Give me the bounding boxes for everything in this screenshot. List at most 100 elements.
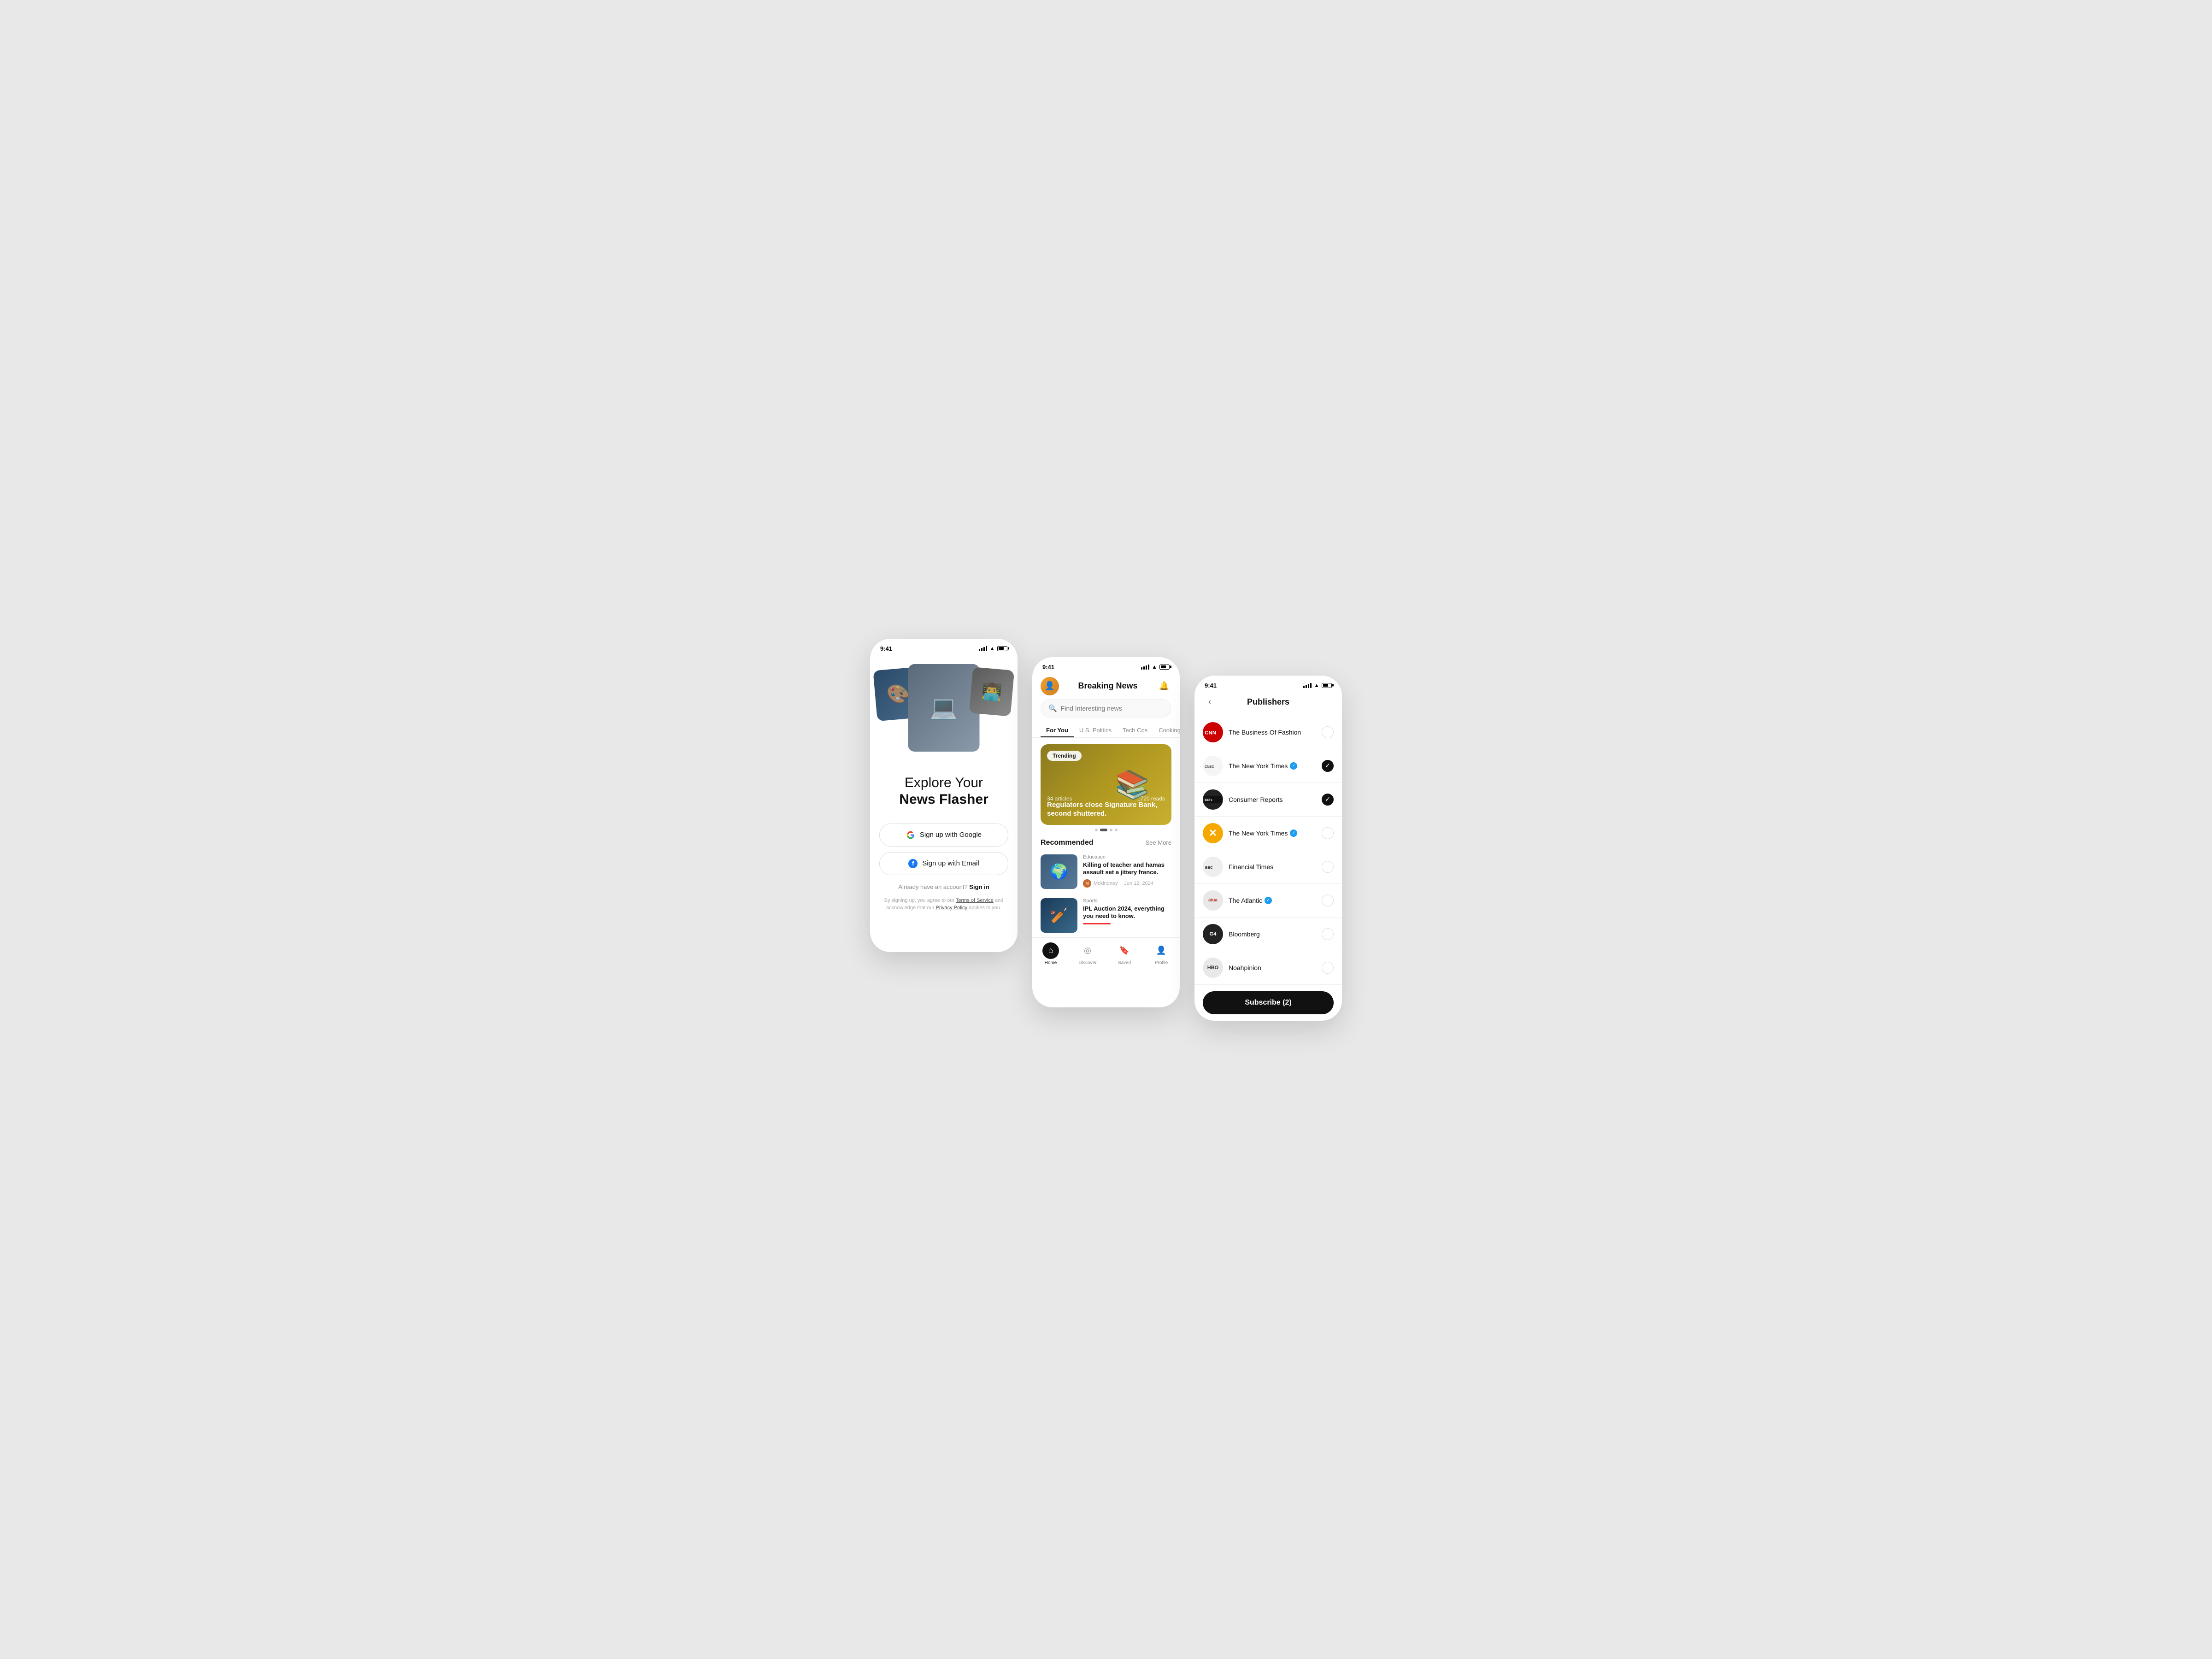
pub-check-6[interactable] [1322,894,1334,906]
hero-image-right [969,667,1014,716]
signal-icon-3 [1303,683,1312,688]
news-item-2[interactable]: 🏏 Sports IPL Auction 2024, everything yo… [1032,894,1180,937]
facebook-icon: f [908,859,918,868]
privacy-link[interactable]: Privacy Policy [936,905,967,911]
news-item-1[interactable]: 🌍 Education Killing of teacher and hamas… [1032,850,1180,894]
pub-name-wrap-2: The New York Times ✓ [1229,762,1316,770]
search-icon: 🔍 [1048,704,1057,712]
publisher-item-3[interactable]: BETx Consumer Reports ✓ [1194,783,1342,817]
publisher-item-8[interactable]: HBO Noahpinion [1194,951,1342,985]
nav-discover-label: Discover [1079,960,1097,965]
email-signup-button[interactable]: f Sign up with Email [879,852,1008,875]
dot-3 [1110,829,1112,831]
google-signup-label: Sign up with Google [920,831,982,839]
hero-headline: Regulators close Signature Bank, second … [1047,800,1165,818]
pub-logo-hbo: HBO [1203,958,1223,978]
pub-check-1[interactable] [1322,726,1334,738]
publishers-screen: 9:41 ▲ ‹ Publishers CNN [1194,676,1342,1021]
pub-name-wrap-6: The Atlantic ✓ [1229,897,1316,904]
news-thumb-2: 🏏 [1041,898,1077,933]
pub-name-7: Bloomberg [1229,930,1260,938]
dot-1 [1095,829,1098,831]
pub-check-4[interactable] [1322,827,1334,839]
tab-tech[interactable]: Tech Cos [1117,724,1153,737]
see-more-link[interactable]: See More [1146,839,1171,846]
pub-check-3[interactable]: ✓ [1322,794,1334,806]
pub-name-wrap-4: The New York Times ✓ [1229,830,1316,837]
user-avatar[interactable]: 👤 [1041,677,1059,695]
pub-logo-aiua: aiua [1203,890,1223,911]
status-icons-3: ▲ [1303,682,1332,688]
pub-logo-bet: BETx [1203,789,1223,810]
nav-home-label: Home [1045,960,1057,965]
verified-badge-2: ✓ [1290,762,1297,770]
tab-for-you[interactable]: For You [1041,724,1074,737]
category-tabs: For You U.S. Politics Tech Cos Cooking H… [1032,724,1180,738]
pub-check-5[interactable] [1322,861,1334,873]
nav-discover[interactable]: ◎ Discover [1069,942,1106,965]
google-signup-button[interactable]: Sign up with Google [879,824,1008,847]
signin-link[interactable]: Sign in [969,883,989,890]
verified-badge-4: ✓ [1290,830,1297,837]
author-name-1: Mckindney [1094,881,1118,886]
svg-text:BETx: BETx [1205,799,1212,802]
publisher-item-5[interactable]: BBC Financial Times [1194,850,1342,884]
svg-text:CNBC: CNBC [1205,765,1214,768]
publisher-item-6[interactable]: aiua The Atlantic ✓ [1194,884,1342,918]
tab-cooking[interactable]: Cooking [1153,724,1180,737]
news-meta-1: M Mckindney · Jun 12, 2024 [1083,879,1171,888]
pub-check-7[interactable] [1322,928,1334,940]
publisher-item-2[interactable]: CNBC The New York Times ✓ ✓ [1194,749,1342,783]
news-meta-2 [1083,923,1171,924]
news-thumb-1: 🌍 [1041,854,1077,889]
battery-icon-2 [1159,665,1170,670]
recommended-header: Recommended See More [1032,836,1180,850]
nav-saved-label: Saved [1118,960,1131,965]
pub-name-wrap-7: Bloomberg [1229,930,1316,938]
pub-check-8[interactable] [1322,962,1334,974]
dot-2[interactable] [1100,829,1107,831]
pub-name-2: The New York Times [1229,762,1288,770]
pub-name-4: The New York Times [1229,830,1288,837]
nav-home[interactable]: ⌂ Home [1032,942,1069,965]
terms-link[interactable]: Terms of Service [956,898,994,903]
publisher-item-4[interactable]: ✕ The New York Times ✓ [1194,817,1342,850]
nav-saved[interactable]: 🔖 Saved [1106,942,1143,965]
pub-logo-bbc: BBC [1203,857,1223,877]
status-icons-2: ▲ [1141,664,1170,670]
publishers-header: ‹ Publishers [1194,692,1342,716]
news-headline-2: IPL Auction 2024, everything you need to… [1083,905,1171,921]
subscribe-button[interactable]: Subscribe (2) [1203,991,1334,1014]
home-icon: ⌂ [1042,942,1059,959]
pub-name-3: Consumer Reports [1229,796,1283,803]
news-header: 👤 Breaking News 🔔 [1032,673,1180,699]
back-button[interactable]: ‹ [1203,695,1217,709]
status-time-1: 9:41 [880,645,892,652]
news-date-1: Jun 12, 2024 [1124,881,1153,886]
pub-name-1: The Business Of Fashion [1229,729,1301,736]
search-input[interactable] [1061,705,1164,712]
google-icon [906,830,915,840]
hero-news-card[interactable]: 📚 Trending 34 articles 1720 reads Regula… [1041,744,1171,825]
dot-4 [1115,829,1118,831]
pub-name-wrap-1: The Business Of Fashion [1229,729,1316,736]
svg-text:CNN: CNN [1205,730,1216,735]
publisher-item-7[interactable]: G4 Bloomberg [1194,918,1342,951]
nav-profile-label: Profile [1155,960,1168,965]
trending-badge: Trending [1047,751,1082,761]
pub-name-wrap-8: Noahpinion [1229,964,1316,971]
news-category-2: Sports [1083,898,1171,904]
screens-container: 9:41 ▲ Explore Your News Flasher [870,639,1342,1021]
nav-profile[interactable]: 👤 Profile [1143,942,1180,965]
title-line2: News Flasher [884,791,1004,808]
search-bar[interactable]: 🔍 [1041,699,1171,718]
signal-icon-2 [1141,665,1149,670]
publisher-item-1[interactable]: CNN The Business Of Fashion [1194,716,1342,749]
notification-bell-icon[interactable]: 🔔 [1157,679,1171,694]
hero-image-center [908,664,980,752]
status-bar-3: 9:41 ▲ [1194,676,1342,692]
pub-check-2[interactable]: ✓ [1322,760,1334,772]
tab-politics[interactable]: U.S. Politics [1074,724,1117,737]
news-content-2: Sports IPL Auction 2024, everything you … [1083,898,1171,925]
battery-icon-3 [1322,683,1332,688]
